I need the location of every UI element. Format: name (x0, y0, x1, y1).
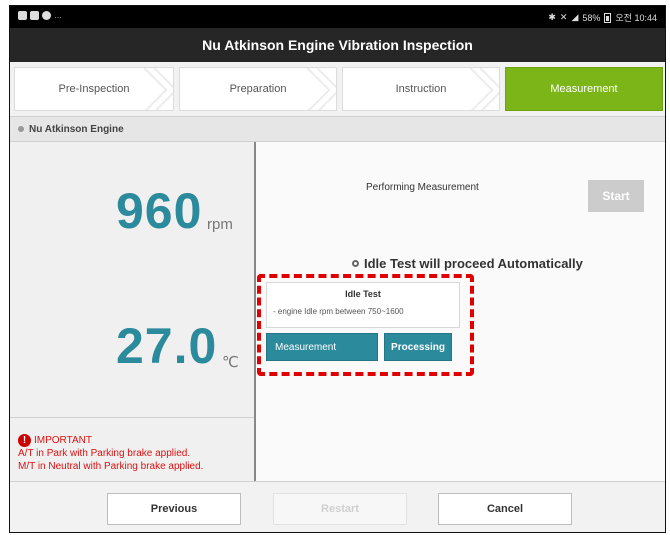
divider (10, 417, 254, 418)
mute-icon: ✕ (559, 12, 568, 22)
important-notice: ! IMPORTANT A/T in Park with Parking bra… (18, 434, 203, 473)
important-line: A/T in Park with Parking brake applied. (18, 448, 191, 459)
temperature-value: 27.0 (116, 318, 218, 374)
step-label: Instruction (395, 83, 447, 95)
start-button[interactable]: Start (588, 180, 644, 212)
test-description: - engine Idle rpm between 750~1600 (273, 307, 404, 316)
rpm-unit: rpm (207, 216, 233, 233)
step-label: Pre-Inspection (58, 83, 130, 95)
section-header: Nu Atkinson Engine (10, 116, 665, 142)
temperature-unit: ℃ (222, 354, 239, 371)
step-navigation: Pre-Inspection Preparation Instruction M… (10, 62, 665, 116)
step-measurement[interactable]: Measurement (505, 67, 663, 111)
readings-panel: 960 rpm 27.0 ℃ ! IMPORTANT A/T in Park w… (10, 142, 254, 481)
important-line: M/T in Neutral with Parking brake applie… (18, 461, 204, 472)
previous-button[interactable]: Previous (107, 493, 241, 525)
message-notification-icon (30, 11, 39, 20)
bluetooth-icon: ✱ (548, 12, 556, 22)
step-preparation[interactable]: Preparation (179, 67, 337, 111)
performing-label: Performing Measurement (366, 182, 479, 193)
chevron-right-icon (465, 68, 499, 110)
app-notification-icon (42, 11, 51, 20)
cancel-button[interactable]: Cancel (438, 493, 572, 525)
notification-icons: … (18, 11, 63, 20)
battery-percent: 58% (582, 12, 601, 23)
step-instruction[interactable]: Instruction (342, 67, 500, 111)
section-title: Nu Atkinson Engine (29, 123, 124, 135)
footer-bar: Previous Restart Cancel (10, 481, 665, 532)
radio-dot-icon (352, 260, 359, 267)
auto-proceed-message: Idle Test will proceed Automatically (352, 256, 583, 271)
auto-message-text: Idle Test will proceed Automatically (364, 256, 583, 271)
measurement-panel: Performing Measurement Start Idle Test w… (256, 142, 665, 481)
clock: 오전 10:44 (615, 13, 657, 23)
warning-icon: ! (18, 434, 31, 447)
important-label: IMPORTANT (34, 435, 92, 446)
image-notification-icon (18, 11, 27, 20)
battery-icon (604, 12, 612, 23)
processing-status: Processing (384, 333, 452, 361)
step-label: Measurement (550, 83, 618, 95)
rpm-readout: 960 rpm (10, 182, 254, 242)
signal-icon: ◢ (571, 12, 579, 22)
step-label: Preparation (229, 83, 287, 95)
measurement-status-label: Measurement (266, 333, 378, 361)
status-bar: … ✱ ✕ ◢ 58% 오전 10:44 (10, 6, 665, 28)
temperature-readout: 27.0 ℃ (10, 317, 254, 377)
rpm-value: 960 (116, 183, 203, 239)
app-window: … ✱ ✕ ◢ 58% 오전 10:44 Nu Atkinson Engine … (9, 5, 666, 533)
step-pre-inspection[interactable]: Pre-Inspection (14, 67, 174, 111)
bullet-icon (18, 126, 24, 132)
page-title: Nu Atkinson Engine Vibration Inspection (10, 28, 665, 62)
more-notifications-icon: … (54, 11, 63, 20)
chevron-right-icon (302, 68, 336, 110)
idle-test-card: Idle Test - engine Idle rpm between 750~… (266, 282, 460, 328)
restart-button[interactable]: Restart (273, 493, 407, 525)
test-title: Idle Test (345, 289, 381, 299)
chevron-right-icon (139, 68, 173, 110)
system-indicators: ✱ ✕ ◢ 58% 오전 10:44 (548, 11, 657, 24)
